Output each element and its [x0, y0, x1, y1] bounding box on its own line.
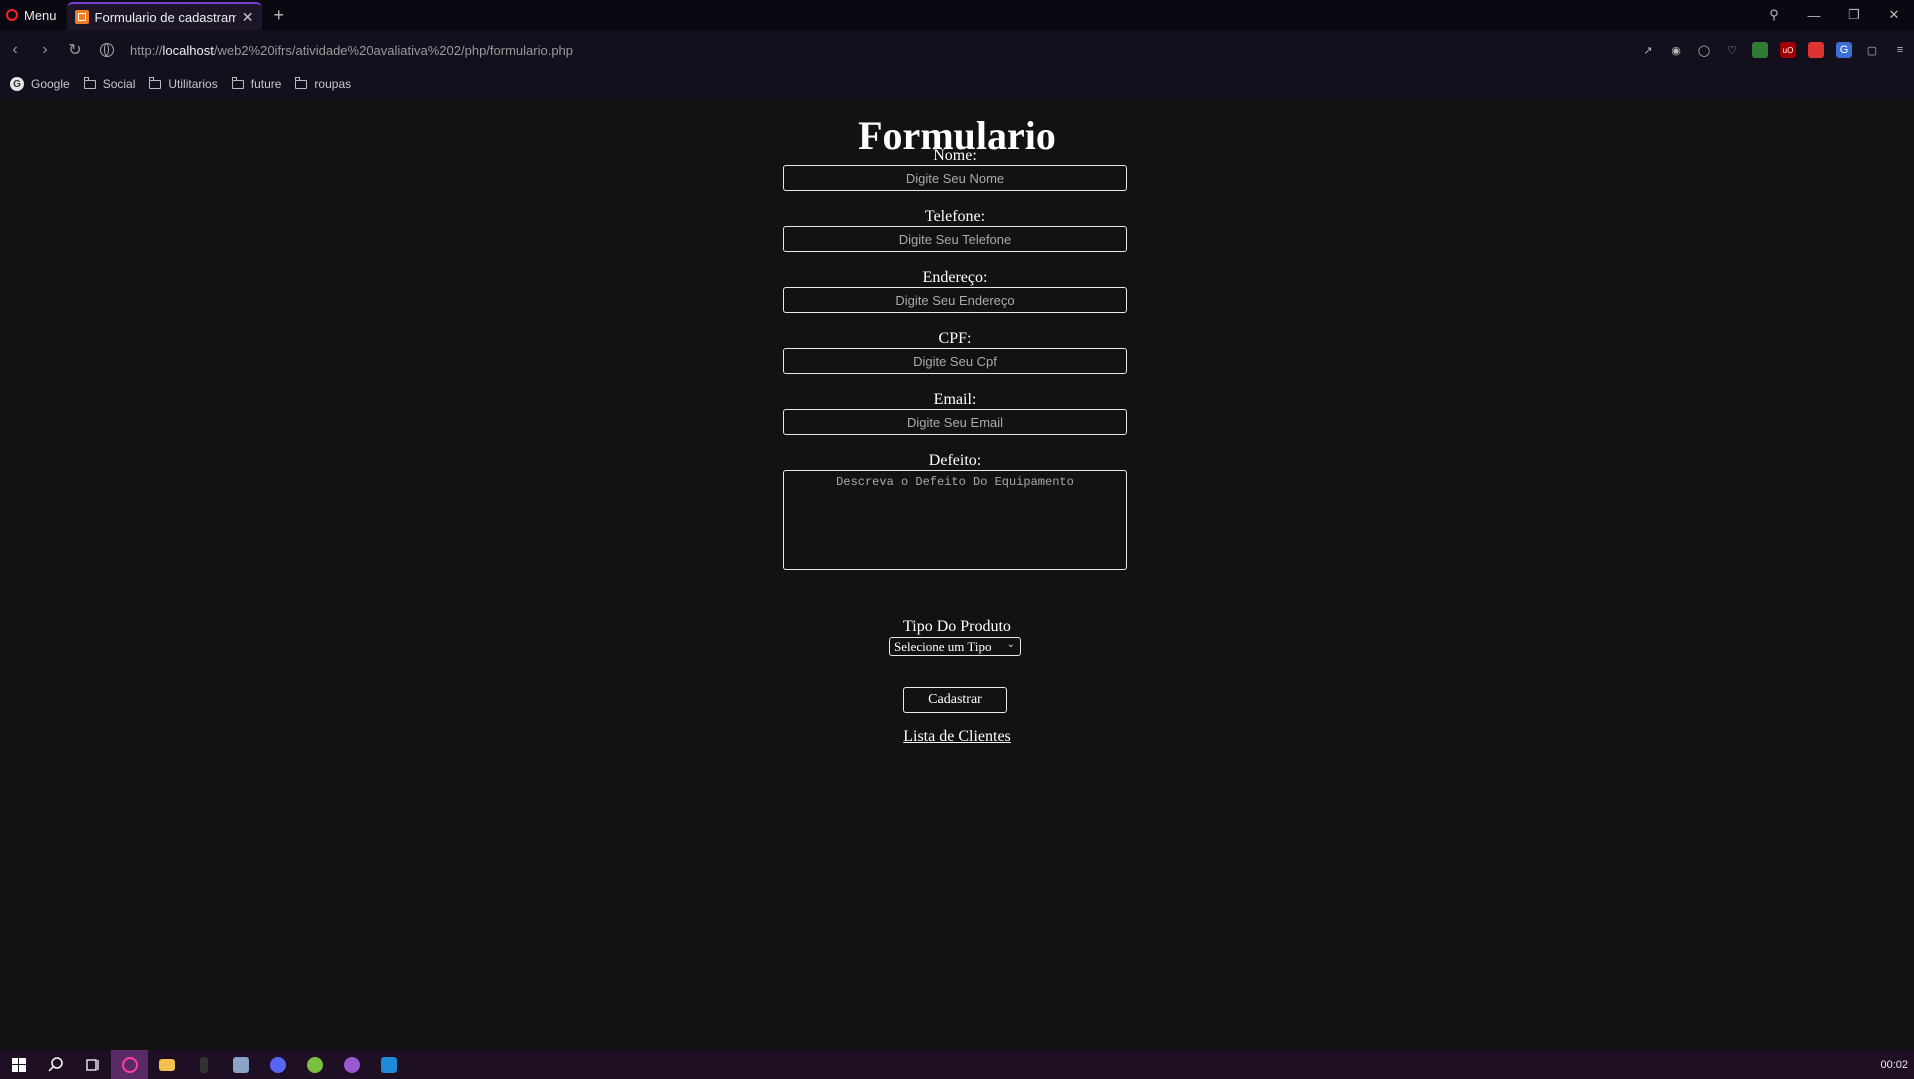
- extension-green-icon[interactable]: [1752, 42, 1768, 58]
- discord-icon: [269, 1056, 286, 1073]
- share-icon[interactable]: ↗: [1640, 42, 1656, 58]
- bookmark-folder-utilitarios[interactable]: Utilitarios: [149, 76, 218, 91]
- reload-button[interactable]: ↻: [60, 40, 90, 60]
- audio-app-icon: [199, 1056, 208, 1073]
- product-type-selected: Selecione um Tipo: [894, 638, 992, 654]
- folder-icon: [295, 76, 308, 89]
- extension-icons: ↗ ◉ ◯ ♡ uO G ▢ ≡: [1640, 30, 1908, 70]
- browser-menu-button[interactable]: Menu: [0, 0, 67, 30]
- window-controls: ⚲ — ❐ ✕: [1754, 0, 1914, 30]
- defect-field-group: Defeito:: [783, 452, 1127, 570]
- taskbar-app-audio[interactable]: [185, 1050, 222, 1079]
- extensions-cube-icon[interactable]: ▢: [1864, 42, 1880, 58]
- task-view-icon: [85, 1058, 99, 1071]
- taskbar-discord[interactable]: [259, 1050, 296, 1079]
- windows-logo-icon: [11, 1057, 26, 1072]
- product-type-label: Tipo Do Produto: [903, 618, 1011, 635]
- email-label: Email:: [933, 391, 977, 408]
- heart-icon[interactable]: ♡: [1724, 42, 1740, 58]
- network-app-icon: [232, 1056, 249, 1073]
- url-host: localhost: [162, 42, 214, 58]
- bookmark-folder-future[interactable]: future: [231, 76, 282, 91]
- name-input[interactable]: [783, 165, 1127, 191]
- address-bar: ‹ › ↻ http://localhost/web2%20ifrs/ativi…: [0, 30, 1914, 70]
- minimize-button[interactable]: —: [1794, 8, 1834, 23]
- task-view-button[interactable]: [74, 1050, 111, 1079]
- folder-icon: [83, 76, 96, 89]
- page-content: Formulario Nome: Telefone: Endereço: CPF…: [0, 98, 1914, 1050]
- phone-label: Telefone:: [924, 208, 986, 225]
- product-type-select[interactable]: Selecione um Tipo ⌄: [889, 637, 1021, 656]
- bookmark-google[interactable]: G Google: [10, 77, 70, 91]
- address-field-group: Endereço:: [783, 269, 1127, 313]
- cpf-label: CPF:: [938, 330, 972, 347]
- cpf-input[interactable]: [783, 348, 1127, 374]
- folder-icon: [231, 76, 244, 89]
- search-tabs-icon[interactable]: ⚲: [1754, 7, 1794, 23]
- start-button[interactable]: [0, 1050, 37, 1079]
- folder-icon: [149, 76, 162, 89]
- taskbar-clock[interactable]: 00:02: [1880, 1050, 1908, 1079]
- opera-logo-icon: [6, 9, 18, 21]
- email-input[interactable]: [783, 409, 1127, 435]
- folder-icon: [158, 1058, 175, 1071]
- bookmark-label: future: [250, 77, 282, 91]
- chevron-down-icon: ⌄: [1006, 639, 1015, 650]
- close-window-button[interactable]: ✕: [1874, 7, 1914, 23]
- close-tab-icon[interactable]: ✕: [242, 10, 254, 24]
- url-field[interactable]: http://localhost/web2%20ifrs/atividade%2…: [130, 43, 573, 58]
- active-tab[interactable]: Formulario de cadastramento ✕: [66, 2, 262, 30]
- bookmarks-bar: G Google Social Utilitarios future roupa…: [0, 70, 1914, 98]
- taskbar-github[interactable]: [333, 1050, 370, 1079]
- vscode-icon: [380, 1056, 397, 1073]
- xampp-favicon-icon: [74, 10, 89, 24]
- tab-bar: Menu Formulario de cadastramento ✕ + ⚲ —…: [0, 0, 1914, 30]
- site-info-icon[interactable]: [100, 43, 114, 57]
- opera-gx-icon: [121, 1056, 138, 1073]
- defect-textarea[interactable]: [783, 470, 1127, 570]
- restore-button[interactable]: ❐: [1834, 7, 1874, 23]
- bookmark-folder-roupas[interactable]: roupas: [295, 76, 352, 91]
- url-prefix: http://: [130, 42, 163, 58]
- address-input[interactable]: [783, 287, 1127, 313]
- defect-label: Defeito:: [928, 452, 982, 469]
- email-field-group: Email:: [783, 391, 1127, 435]
- phone-input[interactable]: [783, 226, 1127, 252]
- vpn-shield-icon[interactable]: ◯: [1696, 42, 1712, 58]
- taskbar-opera[interactable]: [111, 1050, 148, 1079]
- google-icon: G: [10, 77, 24, 91]
- name-label: Nome:: [933, 147, 977, 164]
- back-button[interactable]: ‹: [0, 41, 30, 59]
- search-icon: [47, 1056, 63, 1072]
- new-tab-button[interactable]: +: [262, 5, 297, 26]
- forward-button[interactable]: ›: [30, 41, 60, 59]
- bookmark-label: Google: [31, 77, 70, 91]
- windows-taskbar: 00:02: [0, 1050, 1914, 1079]
- camera-icon[interactable]: ◉: [1668, 42, 1684, 58]
- taskbar-utorrent[interactable]: [296, 1050, 333, 1079]
- translate-icon[interactable]: G: [1836, 42, 1852, 58]
- ublock-icon[interactable]: uO: [1780, 42, 1796, 58]
- bookmark-folder-social[interactable]: Social: [83, 76, 136, 91]
- taskbar-app-network[interactable]: [222, 1050, 259, 1079]
- cpf-field-group: CPF:: [783, 330, 1127, 374]
- menu-label: Menu: [24, 7, 57, 23]
- phone-field-group: Telefone:: [783, 208, 1127, 252]
- url-path: /web2%20ifrs/atividade%20avaliativa%202/…: [213, 42, 574, 58]
- easy-setup-icon[interactable]: ≡: [1892, 42, 1908, 58]
- extension-red-icon[interactable]: [1808, 42, 1824, 58]
- bookmark-label: Utilitarios: [168, 77, 218, 91]
- bookmark-label: roupas: [314, 77, 352, 91]
- taskbar-file-explorer[interactable]: [148, 1050, 185, 1079]
- github-icon: [343, 1056, 360, 1073]
- cadastrar-button[interactable]: Cadastrar: [903, 687, 1007, 713]
- bookmark-label: Social: [102, 77, 136, 91]
- utorrent-icon: [306, 1056, 323, 1073]
- taskbar-vscode[interactable]: [370, 1050, 407, 1079]
- name-field-group: Nome:: [783, 147, 1127, 191]
- tab-title: Formulario de cadastramento: [94, 9, 236, 25]
- address-label: Endereço:: [922, 269, 988, 286]
- taskbar-search-button[interactable]: [37, 1050, 74, 1079]
- clients-list-link[interactable]: Lista de Clientes: [0, 728, 1914, 746]
